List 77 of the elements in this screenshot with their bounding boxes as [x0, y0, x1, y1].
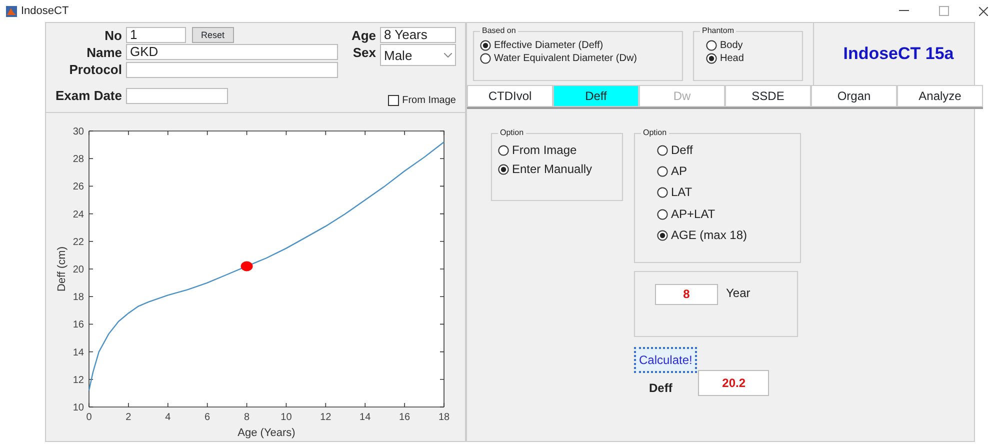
protocol-field[interactable] — [126, 62, 338, 78]
radio-icon[interactable] — [498, 145, 509, 156]
tick-label: 2 — [126, 412, 132, 423]
radio-button[interactable]: AP+LAT — [657, 208, 800, 221]
radio-icon[interactable] — [706, 53, 717, 64]
radio-button[interactable]: Enter Manually — [498, 163, 616, 176]
group-title: Option — [641, 127, 669, 139]
field-label: Protocol — [68, 62, 122, 78]
radio-button[interactable]: Effective Diameter (Deff) — [480, 40, 676, 51]
radio-button[interactable]: AP — [657, 165, 800, 178]
tick-label: 22 — [72, 236, 84, 248]
result-field: 20.2 — [698, 370, 770, 396]
radio-button[interactable]: LAT — [657, 186, 800, 200]
app-icon — [6, 6, 17, 16]
tick-label: 30 — [72, 126, 84, 138]
axis-label: Age (Years) — [238, 427, 296, 439]
from-image-checkbox[interactable]: From Image — [388, 92, 456, 108]
tick-label: 10 — [280, 412, 292, 423]
radio-icon[interactable] — [480, 53, 491, 64]
number-field[interactable]: 1 — [126, 27, 186, 44]
radio-button[interactable]: Deff — [657, 144, 800, 158]
tick-label: 26 — [72, 182, 84, 193]
tick-label: 18 — [72, 292, 84, 304]
tab[interactable]: Analyze — [897, 85, 983, 107]
minimize-icon[interactable] — [899, 10, 909, 12]
name-field[interactable]: GKD — [126, 44, 338, 60]
radio-icon[interactable] — [657, 208, 668, 220]
group-title: Option — [498, 127, 526, 139]
field-label: Sex — [352, 44, 376, 60]
unit-label: Year — [726, 285, 750, 302]
tick-label: 20 — [72, 264, 84, 276]
radio-icon[interactable] — [480, 40, 491, 51]
radio-button[interactable]: AGE (max 18) — [657, 228, 800, 242]
age-field[interactable]: 8 Years — [380, 27, 456, 44]
tick-label: 12 — [320, 412, 332, 423]
tab[interactable]: Organ — [811, 85, 897, 107]
tick-label: 14 — [360, 412, 371, 423]
tick-label: 6 — [204, 412, 210, 423]
age-input-field[interactable]: 8 — [655, 284, 718, 305]
result-label: Deff — [649, 380, 672, 397]
field-label: No — [104, 28, 122, 43]
reset-button[interactable]: Reset — [192, 27, 234, 44]
caret-icon[interactable] — [444, 52, 452, 58]
tab[interactable]: Deff — [553, 85, 639, 107]
tick-label: 24 — [72, 209, 84, 220]
radio-button[interactable]: Head — [706, 53, 796, 64]
axis-label: Deff (cm) — [56, 246, 68, 292]
tick-label: 16 — [72, 320, 84, 331]
radio-button[interactable]: From Image — [498, 144, 616, 158]
tab[interactable]: SSDE — [725, 85, 811, 107]
tick-label: 10 — [72, 402, 84, 414]
tick-label: 4 — [165, 412, 171, 423]
radio-button[interactable]: Body — [706, 40, 796, 51]
tick-label: 12 — [72, 374, 84, 386]
tick-label: 14 — [72, 347, 84, 358]
field-label: Exam Date — [54, 88, 122, 104]
radio-icon[interactable] — [498, 164, 509, 176]
radio-icon[interactable] — [657, 230, 668, 241]
radio-icon[interactable] — [706, 40, 717, 51]
tick-label: 8 — [244, 412, 250, 423]
tick-label: 28 — [72, 154, 84, 166]
tick-label: 0 — [86, 412, 92, 423]
sex-dropdown[interactable]: Male — [380, 44, 456, 66]
radio-icon[interactable] — [657, 166, 668, 178]
tab[interactable]: CTDIvol — [467, 85, 553, 107]
radio-button[interactable]: Water Equivalent Diameter (Dw) — [480, 53, 676, 64]
window-title: IndoseCT — [21, 4, 69, 19]
tick-label: 16 — [399, 412, 410, 423]
checkbox-icon[interactable] — [388, 94, 400, 106]
radio-icon[interactable] — [657, 187, 668, 198]
close-icon[interactable] — [979, 6, 988, 16]
tick-label: 18 — [438, 412, 450, 423]
exam-date-field[interactable] — [126, 88, 228, 104]
radio-icon[interactable] — [657, 145, 668, 156]
field-label: Age — [350, 28, 376, 43]
field-label: Name — [86, 44, 122, 60]
calculate-button[interactable]: Calculate! — [634, 347, 698, 373]
